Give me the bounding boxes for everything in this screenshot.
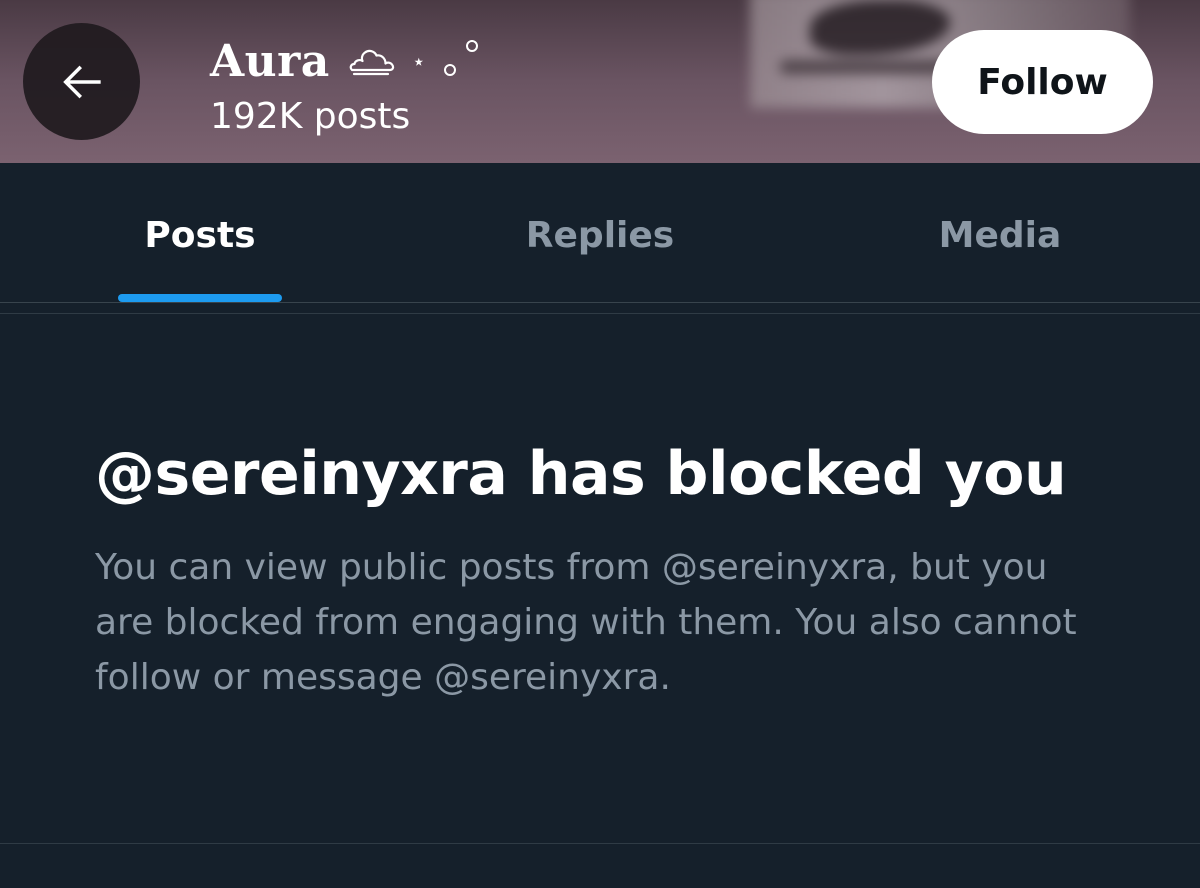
name-decoration: ⋆ — [346, 30, 486, 92]
blocked-notice: @sereinyxra has blocked you You can view… — [95, 438, 1115, 705]
active-tab-indicator — [118, 294, 282, 302]
cloud-icon — [349, 49, 394, 76]
display-name: Aura — [210, 35, 330, 87]
post-count: 192K posts — [210, 96, 411, 137]
circles-icon — [443, 40, 478, 76]
blocked-description: You can view public posts from @sereinyx… — [95, 547, 1077, 698]
divider — [0, 313, 1200, 314]
profile-header: Aura ⋆ 192K posts Follow — [0, 0, 1200, 163]
name-row: Aura ⋆ — [210, 30, 486, 92]
back-arrow-icon — [62, 65, 101, 98]
blocked-title: @sereinyxra has blocked you — [95, 439, 1067, 509]
back-button[interactable] — [23, 23, 140, 140]
tab-posts[interactable]: Posts — [0, 163, 400, 302]
profile-tabs: Posts Replies Media — [0, 163, 1200, 303]
star-icon: ⋆ — [411, 49, 426, 74]
tab-replies[interactable]: Replies — [400, 163, 800, 302]
tab-media[interactable]: Media — [800, 163, 1200, 302]
bottom-divider — [0, 843, 1200, 844]
follow-button[interactable]: Follow — [932, 30, 1153, 134]
profile-title-block: Aura ⋆ 192K posts — [210, 30, 486, 137]
